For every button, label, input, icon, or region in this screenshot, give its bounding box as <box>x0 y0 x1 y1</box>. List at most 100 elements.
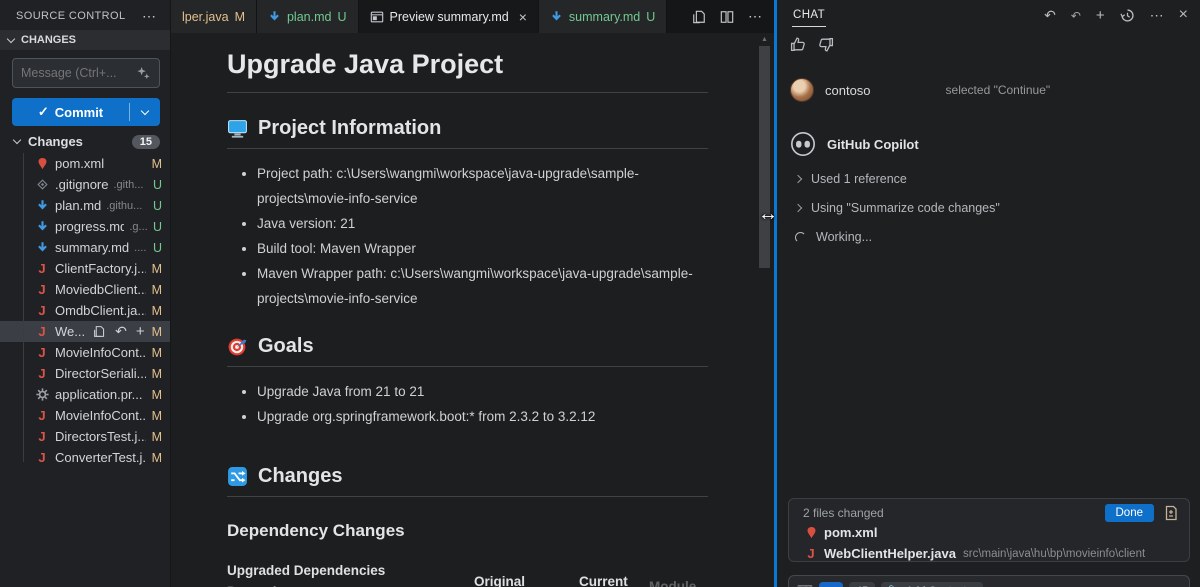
tab-summary[interactable]: summary.md U <box>539 0 667 33</box>
file-path: .... <box>134 242 146 254</box>
user-name: contoso <box>825 83 871 98</box>
view-diff-icon[interactable] <box>1163 505 1179 521</box>
markdown-preview: Upgrade Java Project Project Information… <box>171 33 774 587</box>
discard-changes-icon[interactable] <box>115 323 127 340</box>
thumbs-up-icon[interactable] <box>790 36 807 53</box>
git-status-badge: M <box>146 304 162 318</box>
context-count-chip[interactable]: 45 <box>849 582 875 587</box>
file-path: .githu... <box>106 200 142 212</box>
file-row-progress[interactable]: progress.md .g... U <box>0 216 170 237</box>
file-row-summary[interactable]: summary.md .... U <box>0 237 170 258</box>
file-name: We... <box>55 324 85 339</box>
sparkle-icon[interactable] <box>136 66 151 81</box>
more-actions-icon[interactable] <box>1150 7 1164 24</box>
dependency-changes-heading: Dependency Changes <box>227 521 708 541</box>
editor-scrollbar[interactable] <box>758 33 771 587</box>
user-action-text: selected "Continue" <box>946 83 1051 97</box>
git-status-badge: M <box>146 157 162 171</box>
stage-changes-icon[interactable] <box>136 323 145 340</box>
done-button[interactable]: Done <box>1105 504 1155 522</box>
copilot-logo-icon <box>790 131 816 157</box>
tab-plan[interactable]: plan.md U <box>257 0 359 33</box>
chat-panel: CHAT contoso selected "Continue" <box>774 0 1200 587</box>
changed-file-row-webclienthelper[interactable]: WebClientHelper.java src\main\java\hu\bp… <box>803 543 1179 564</box>
commit-label: Commit <box>55 105 103 120</box>
chat-input-box[interactable]: ⌨ ► 45 📎 Add Context... <box>788 575 1190 587</box>
tool-label: Using "Summarize code changes" <box>811 201 1000 215</box>
file-name: MovieInfoCont... <box>55 345 146 360</box>
bullet: Upgrade org.springframework.boot:* from … <box>257 404 708 429</box>
more-actions-icon[interactable] <box>142 9 156 23</box>
file-name: summary.md <box>55 240 129 255</box>
tab-webclienthelper[interactable]: lper.java M <box>171 0 257 33</box>
bullet: Upgrade Java from 21 to 21 <box>257 379 708 404</box>
markdown-file-icon <box>550 10 563 23</box>
commit-message-input[interactable] <box>21 66 136 80</box>
commit-dropdown-button[interactable] <box>130 111 160 114</box>
file-row-webclienthelper-selected[interactable]: We... M <box>0 321 170 342</box>
file-row-movieinfocont2[interactable]: MovieInfoCont... M <box>0 405 170 426</box>
file-row-clientfactory[interactable]: ClientFactory.j... M <box>0 258 170 279</box>
history-icon[interactable] <box>1120 8 1135 23</box>
file-row-applicationprops[interactable]: application.pr... M <box>0 384 170 405</box>
add-context-button[interactable]: 📎 Add Context... <box>881 582 982 587</box>
file-row-movieinfocont1[interactable]: MovieInfoCont... M <box>0 342 170 363</box>
file-row-moviedbclient[interactable]: MoviedbClient... M <box>0 279 170 300</box>
git-status-badge: M <box>146 367 162 381</box>
used-references-row[interactable]: Used 1 reference <box>790 172 1186 186</box>
file-path: .g... <box>129 221 147 233</box>
section-title-changes: Changes <box>258 465 342 488</box>
file-row-directorstest[interactable]: DirectorsTest.j... M <box>0 426 170 447</box>
tab-preview-summary[interactable]: Preview summary.md <box>359 0 539 33</box>
file-row-plan[interactable]: plan.md .githu... U <box>0 195 170 216</box>
redo-icon[interactable] <box>1071 8 1081 23</box>
changed-file-row-pom[interactable]: pom.xml <box>803 522 1179 543</box>
scroll-up-arrow-icon[interactable] <box>761 36 768 43</box>
open-file-icon[interactable] <box>93 325 106 338</box>
tab-bar: lper.java M plan.md U Preview summary.md… <box>171 0 774 33</box>
file-name: ClientFactory.j... <box>55 261 146 276</box>
split-editor-icon[interactable] <box>720 10 734 24</box>
reference-label: Used 1 reference <box>811 172 907 186</box>
thumbs-down-icon[interactable] <box>817 36 834 53</box>
file-path: src\main\java\hu\bp\movieinfo\client <box>963 548 1145 560</box>
java-file-icon <box>34 282 50 297</box>
new-chat-icon[interactable] <box>1096 7 1105 24</box>
java-file-icon <box>34 408 50 423</box>
chevron-right-icon <box>794 204 802 212</box>
changes-section-header[interactable]: CHANGES <box>0 30 170 50</box>
files-changed-summary: 2 files changed <box>803 506 884 520</box>
more-actions-icon[interactable] <box>748 8 762 25</box>
file-row-pom[interactable]: pom.xml M <box>0 153 170 174</box>
java-file-icon <box>34 345 50 360</box>
file-name: MoviedbClient... <box>55 282 146 297</box>
voice-chip[interactable]: ► <box>819 582 843 587</box>
close-icon[interactable] <box>1179 6 1188 24</box>
undo-icon[interactable] <box>1044 7 1056 24</box>
open-source-icon[interactable] <box>692 10 706 24</box>
bullet: Java version: 21 <box>257 211 708 236</box>
file-row-convertertest[interactable]: ConverterTest.j... M <box>0 447 170 468</box>
maven-pin-icon <box>34 157 50 170</box>
section-label: CHANGES <box>21 34 76 46</box>
file-row-directorserial[interactable]: DirectorSeriali... M <box>0 363 170 384</box>
markdown-file-icon <box>34 220 50 233</box>
panel-resize-sash[interactable] <box>774 0 777 587</box>
file-row-gitignore[interactable]: .gitignore .gith... U <box>0 174 170 195</box>
close-icon[interactable] <box>515 9 527 25</box>
git-status-badge: U <box>337 10 346 24</box>
commit-message-box[interactable] <box>12 58 160 88</box>
chevron-right-icon <box>794 175 802 183</box>
git-status-badge: M <box>146 346 162 360</box>
using-tool-row[interactable]: Using "Summarize code changes" <box>790 201 1186 215</box>
commit-button[interactable]: Commit <box>12 98 160 126</box>
file-row-omdbclient[interactable]: OmdbClient.ja... M <box>0 300 170 321</box>
gear-icon <box>34 388 50 401</box>
git-diamond-icon <box>34 178 50 191</box>
changes-tree-header[interactable]: Changes 15 <box>0 126 170 153</box>
working-label: Working... <box>816 230 872 244</box>
git-status-badge: U <box>147 220 162 234</box>
scrollbar-thumb[interactable] <box>759 46 770 268</box>
markdown-file-icon <box>34 199 50 212</box>
tab-chat[interactable]: CHAT <box>792 3 826 27</box>
